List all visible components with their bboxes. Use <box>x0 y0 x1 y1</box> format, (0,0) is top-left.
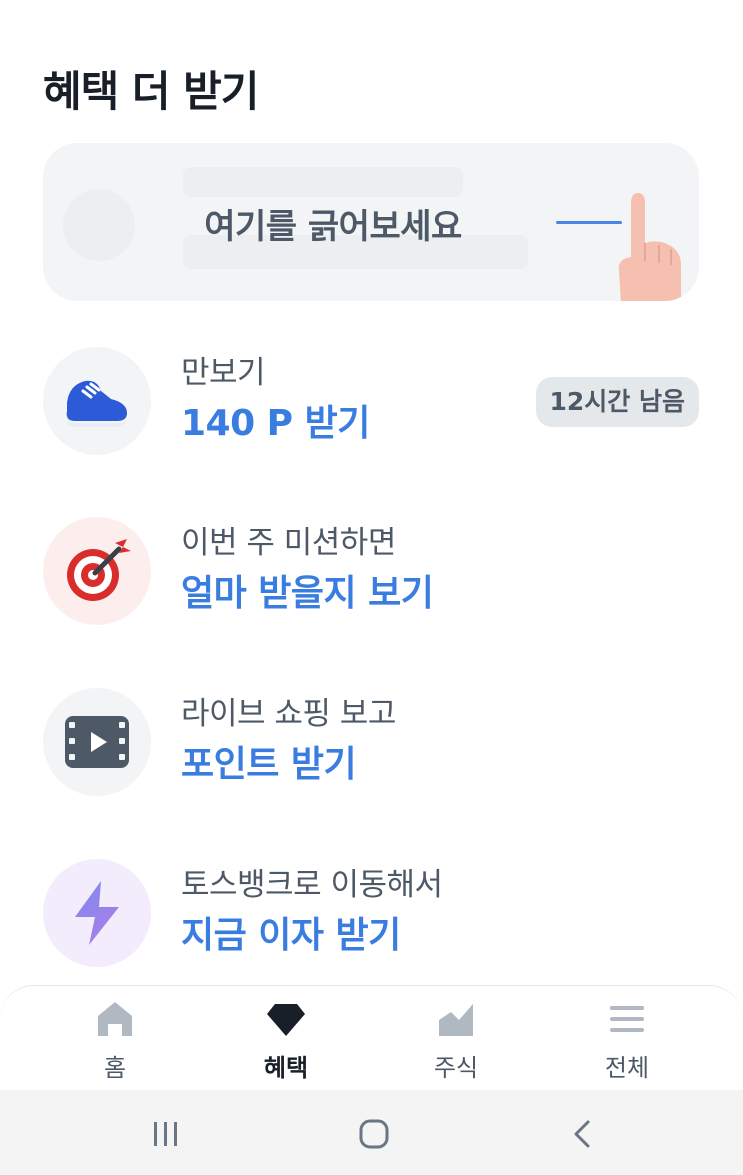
tab-label: 혜택 <box>263 1054 309 1082</box>
menu-icon <box>610 1006 644 1032</box>
swipe-indicator <box>556 221 622 224</box>
pointing-hand-icon <box>618 193 681 301</box>
time-remaining-badge: 12시간 남음 <box>535 377 699 427</box>
benefit-subtitle: 라이브 쇼핑 보고 <box>181 696 396 732</box>
gem-icon <box>267 1004 305 1036</box>
dart-target-icon <box>43 517 151 625</box>
scratch-hidden-text <box>183 167 463 197</box>
benefit-subtitle: 이번 주 미션하면 <box>181 525 396 561</box>
benefit-item-toss-bank[interactable]: 토스뱅크로 이동해서 지금 이자 받기 <box>43 859 699 969</box>
tab-home[interactable]: 홈 <box>45 996 185 1086</box>
scratch-card[interactable]: 여기를 긁어보세요 <box>43 143 699 301</box>
home-circle-icon[interactable] <box>354 1114 394 1154</box>
tab-label: 전체 <box>604 1054 650 1082</box>
tab-all[interactable]: 전체 <box>557 996 697 1086</box>
system-navigation-bar <box>0 1090 743 1175</box>
sneaker-icon <box>43 347 151 455</box>
stock-chart-icon <box>439 1004 473 1036</box>
page-title: 혜택 더 받기 <box>43 67 259 116</box>
tab-stocks[interactable]: 주식 <box>386 996 526 1086</box>
benefit-subtitle: 만보기 <box>181 355 266 391</box>
benefit-item-weekly-mission[interactable]: 이번 주 미션하면 얼마 받을지 보기 <box>43 517 699 627</box>
benefit-subtitle: 토스뱅크로 이동해서 <box>181 867 443 903</box>
bottom-tab-bar: 홈 혜택 주식 전체 <box>0 985 743 1090</box>
lightning-icon <box>43 859 151 967</box>
benefit-action: 140 P 받기 <box>181 403 370 444</box>
back-icon[interactable] <box>563 1114 603 1154</box>
home-icon <box>98 1002 132 1036</box>
scratch-instruction: 여기를 긁어보세요 <box>204 207 462 247</box>
video-play-icon <box>43 688 151 796</box>
tab-benefits[interactable]: 혜택 <box>216 996 356 1086</box>
benefit-action: 얼마 받을지 보기 <box>181 573 434 614</box>
recent-apps-icon[interactable] <box>146 1114 186 1154</box>
benefit-action: 포인트 받기 <box>181 744 357 785</box>
tab-label: 홈 <box>103 1054 127 1082</box>
benefit-item-pedometer[interactable]: 만보기 140 P 받기 12시간 남음 <box>43 347 699 457</box>
benefit-item-live-shopping[interactable]: 라이브 쇼핑 보고 포인트 받기 <box>43 688 699 798</box>
tab-label: 주식 <box>433 1054 479 1082</box>
benefit-action: 지금 이자 받기 <box>181 915 401 956</box>
